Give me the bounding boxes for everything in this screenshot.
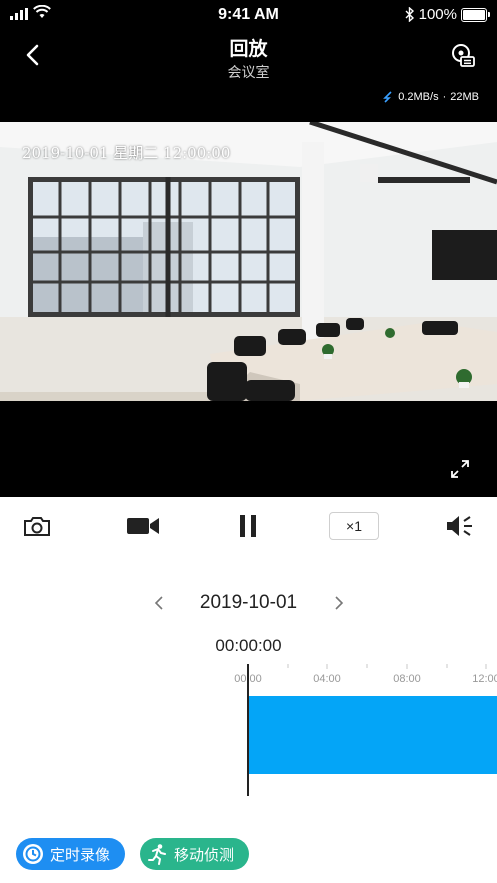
tick-label: 08:00 [393,673,421,685]
device-name: 会议室 [227,64,270,80]
scheduled-recording-tag[interactable]: 定时录像 [16,838,125,870]
speed-button[interactable]: ×1 [329,512,379,540]
net-separator: · [442,91,447,103]
camera-icon [24,517,50,536]
bluetooth-icon [405,7,414,22]
running-person-icon [148,844,166,865]
mute-button[interactable] [444,509,476,543]
next-day-icon[interactable] [329,593,349,613]
motion-detection-label: 移动侦测 [174,846,235,864]
status-right: 100% [405,6,490,23]
snapshot-button[interactable] [22,509,52,543]
playback-controls: ×1 [0,497,497,557]
clock-icon [23,844,43,864]
top-bar: 9:41 AM 100% 回放 会议室 0.2MB/s · 22MB [0,0,497,122]
pause-button[interactable] [236,509,260,543]
scheduled-recording-label: 定时录像 [50,846,111,864]
fullscreen-icon[interactable] [449,458,471,480]
storage-settings-icon[interactable] [449,42,477,70]
network-info: 0.2MB/s · 22MB [382,91,479,103]
motion-detection-tag[interactable]: 移动侦测 [140,838,249,870]
battery-icon [461,7,490,22]
record-button[interactable] [126,509,160,543]
current-time: 00:00:00 [215,636,282,655]
playhead-line[interactable] [247,664,249,796]
recording-segment[interactable] [248,696,497,774]
date-selector: 2019-10-01 [0,588,497,618]
video-timestamp: 2019-10-01 星期二 12:00:00 [22,144,231,162]
net-speed: 0.2MB/s [398,91,439,103]
video-frame-image [0,122,497,401]
battery-percent: 100% [418,6,457,23]
data-speed-icon [383,91,392,103]
status-bar: 9:41 AM 100% [0,0,497,30]
page-title: 回放 [229,39,268,60]
speaker-icon [447,516,472,536]
video-camera-icon [127,518,159,534]
pause-icon [240,515,256,537]
video-player[interactable]: 2019-10-01 星期二 12:00:00 [0,122,497,497]
tick-label: 12:00 [472,673,497,685]
data-size: 22MB [450,91,479,103]
tick-label: 04:00 [313,673,341,685]
timeline[interactable]: 00:00 04:00 08:00 12:00 [0,660,497,800]
selected-date[interactable]: 2019-10-01 [0,592,497,614]
